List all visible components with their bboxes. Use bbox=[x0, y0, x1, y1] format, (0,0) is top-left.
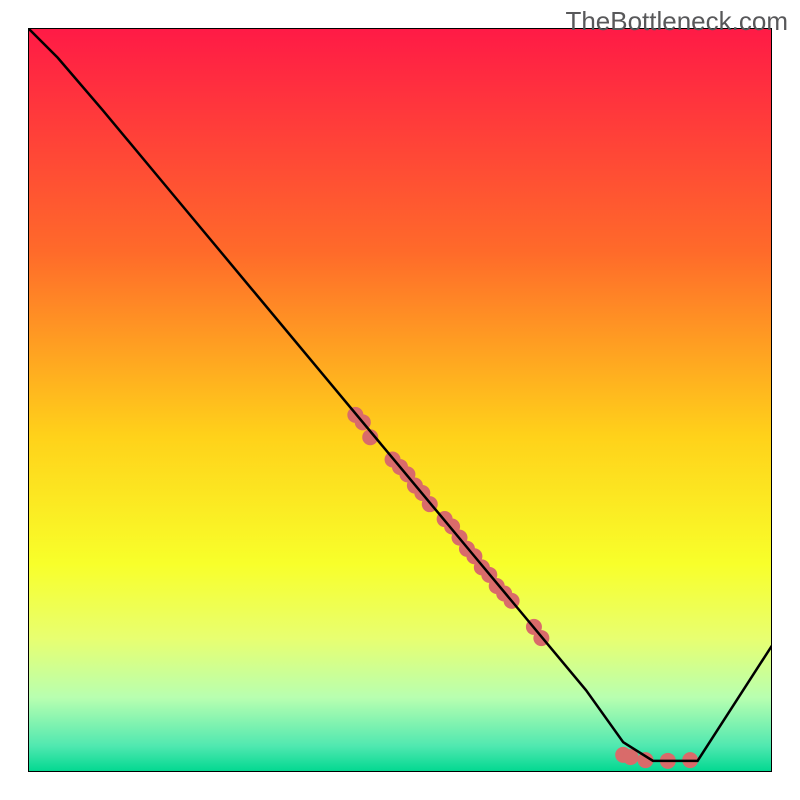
chart-svg bbox=[28, 28, 772, 772]
plot-area bbox=[28, 28, 772, 772]
bottleneck-chart: TheBottleneck.com bbox=[0, 0, 800, 800]
gradient-background bbox=[28, 28, 772, 772]
watermark-text: TheBottleneck.com bbox=[565, 6, 788, 37]
